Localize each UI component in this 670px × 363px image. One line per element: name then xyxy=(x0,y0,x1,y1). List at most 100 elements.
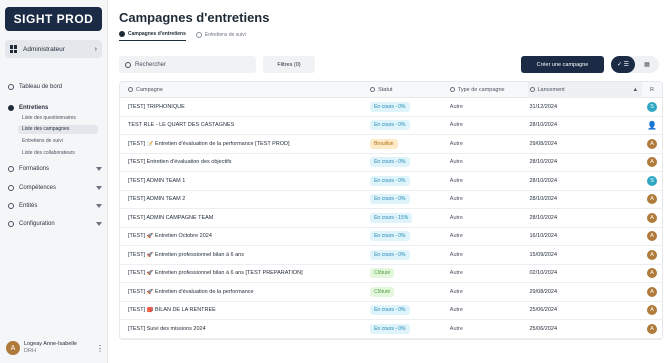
filters-button[interactable]: Filtres (0) xyxy=(263,56,315,73)
status-cell: En cours - 0% xyxy=(368,175,448,186)
table-row[interactable]: [TEST] 🚀 Entretien professionnel bilan à… xyxy=(120,246,662,265)
training-icon xyxy=(8,166,14,172)
chevron-right-icon: › xyxy=(94,45,97,53)
sidebar-subitem-collaborateurs[interactable]: Liste des collaborateurs xyxy=(20,149,100,158)
sidebar-item-entites[interactable]: Entités xyxy=(8,203,102,209)
table-row[interactable]: [TEST] Suivi des missions 2024 En cours -… xyxy=(120,320,662,339)
table-row[interactable]: [TEST] ADMIN CAMPAGNE TEAM En cours - 15%… xyxy=(120,209,662,228)
table-row[interactable]: [TEST] 🚀 Entretien professionnel bilan à… xyxy=(120,265,662,283)
avatar[interactable]: A xyxy=(647,249,658,260)
campaign-name[interactable]: [TEST] ADMIN TEAM 1 xyxy=(120,178,368,184)
list-icon: ✓ ☰ xyxy=(616,62,630,68)
status-badge: Brouillon xyxy=(370,138,398,149)
grid-view-button[interactable]: ▦ xyxy=(635,56,659,73)
role-label: Administrateur xyxy=(23,45,65,53)
campaign-name[interactable]: [TEST] TRIPHONIQUE xyxy=(120,104,368,110)
status-cell: En cours - 0% xyxy=(368,231,448,242)
type-cell: Autre xyxy=(449,251,463,258)
status-cell: En cours - 0% xyxy=(368,157,448,168)
tab-campagnes[interactable]: Campagnes d'entretiens xyxy=(119,31,186,41)
search-input[interactable]: Rechercher xyxy=(119,56,256,73)
owner-cell: S xyxy=(642,101,662,112)
create-campaign-button[interactable]: Créer une campagne xyxy=(521,56,604,73)
owner-cell: A xyxy=(642,286,662,297)
sidebar-item-dashboard[interactable]: Tableau de bord xyxy=(8,84,102,90)
table-row[interactable]: TEST RLE - LE QUART DES CASTAGNES En cour… xyxy=(120,117,662,135)
person-icon[interactable]: 👤 xyxy=(647,120,657,130)
sidebar-item-entretiens[interactable]: Entretiens xyxy=(8,105,102,111)
avatar[interactable]: A xyxy=(647,231,658,242)
launch-date: 15/09/2024 xyxy=(529,251,558,258)
avatar[interactable]: A xyxy=(647,268,658,279)
status-cell: En cours - 0% xyxy=(368,249,448,260)
status-cell: Brouillon xyxy=(368,138,448,149)
more-vertical-icon[interactable]: ⋮ xyxy=(96,344,104,353)
tab-suivi[interactable]: Entretiens de suivi xyxy=(195,31,246,41)
table-row[interactable]: [TEST] 🚀 Entretien d'évaluation de la pe… xyxy=(120,283,662,302)
avatar[interactable]: A xyxy=(647,212,658,223)
sidebar-item-competences[interactable]: Compétences xyxy=(8,185,102,191)
column-label: Type de campagne xyxy=(457,86,505,93)
table-row[interactable]: [TEST] 📝 Entretien d'évaluation de la pe… xyxy=(120,135,662,154)
campaign-name[interactable]: [TEST] 🚀 Entretien Octobre 2024 xyxy=(120,233,368,239)
status-badge: En cours - 0% xyxy=(370,157,410,168)
column-header-responsable[interactable]: R xyxy=(642,87,662,93)
list-view-button[interactable]: ✓ ☰ xyxy=(611,56,635,73)
type-cell: Autre xyxy=(449,325,463,332)
type-cell: Autre xyxy=(449,159,463,166)
user-role: DRH xyxy=(24,348,36,354)
campaign-name[interactable]: [TEST] Entretien d'évaluation des object… xyxy=(120,159,368,165)
sidebar-subitem-questionnaires[interactable]: Liste des questionnaires xyxy=(20,114,100,123)
campaign-name[interactable]: TEST RLE - LE QUART DES CASTAGNES xyxy=(120,122,368,128)
table-row[interactable]: [TEST] ADMIN TEAM 2 En cours - 0% Autre 28/… xyxy=(120,191,662,209)
column-label: Lancement xyxy=(537,86,565,93)
column-header-statut[interactable]: Statut xyxy=(368,87,448,93)
campaign-name[interactable]: [TEST] ADMIN CAMPAGNE TEAM xyxy=(120,215,368,221)
table-row[interactable]: [TEST] Entretien d'évaluation des object… xyxy=(120,154,662,172)
avatar[interactable]: A xyxy=(647,138,658,149)
owner-cell: A xyxy=(642,212,662,223)
table-body: [TEST] TRIPHONIQUE En cours - 0% Autre 31/1… xyxy=(120,98,662,339)
column-header-campagne[interactable]: Campagne xyxy=(120,87,368,93)
column-label: Statut xyxy=(378,86,393,93)
column-header-type[interactable]: Type de campagne xyxy=(448,87,528,93)
avatar[interactable]: A xyxy=(647,305,658,316)
column-label: R xyxy=(650,86,655,93)
avatar[interactable]: A xyxy=(647,323,658,334)
avatar[interactable]: S xyxy=(647,101,658,112)
app-logo[interactable]: SIGHT PROD xyxy=(5,7,102,31)
status-cell: Clôturé xyxy=(368,268,448,279)
table-row[interactable]: [TEST] 🎒 BILAN DE LA RENTRÉE En cours - 0… xyxy=(120,302,662,320)
status-cell: Clôturé xyxy=(368,286,448,297)
interview-icon xyxy=(8,105,14,111)
sidebar-subitem-campagnes[interactable]: Liste des campagnes xyxy=(18,125,98,134)
owner-cell: A xyxy=(642,138,662,149)
grid-icon xyxy=(10,45,18,53)
launch-date: 28/10/2024 xyxy=(529,177,558,184)
avatar[interactable]: S xyxy=(647,175,658,186)
table-row[interactable]: [TEST] ADMIN TEAM 1 En cours - 0% Autre 28/… xyxy=(120,172,662,191)
campaign-name[interactable]: [TEST] 📝 Entretien d'évaluation de la pe… xyxy=(120,141,368,147)
sidebar-item-formations[interactable]: Formations xyxy=(8,166,102,172)
user-name: Logeay Anne-Isabelle xyxy=(24,341,77,347)
column-header-lancement[interactable]: Lancement ▲ xyxy=(527,81,643,98)
avatar[interactable]: A xyxy=(647,194,658,205)
sidebar-item-configuration[interactable]: Configuration xyxy=(8,221,102,227)
type-cell: Autre xyxy=(449,196,463,203)
campaign-name[interactable]: [TEST] Suivi des missions 2024 xyxy=(120,326,368,332)
tag-icon xyxy=(449,86,455,92)
campaign-name[interactable]: [TEST] ADMIN TEAM 2 xyxy=(120,196,368,202)
user-menu[interactable]: A Logeay Anne-Isabelle DRH ⋮ xyxy=(6,341,104,355)
avatar[interactable]: A xyxy=(647,157,658,168)
avatar[interactable]: A xyxy=(647,286,658,297)
role-selector[interactable]: Administrateur › xyxy=(5,40,102,58)
campaign-name[interactable]: [TEST] 🚀 Entretien professionnel bilan à… xyxy=(120,270,368,276)
campaign-name[interactable]: [TEST] 🚀 Entretien d'évaluation de la pe… xyxy=(120,289,368,295)
campaign-name[interactable]: [TEST] 🚀 Entretien professionnel bilan à… xyxy=(120,252,368,258)
type-cell: Autre xyxy=(449,214,463,221)
table-row[interactable]: [TEST] 🚀 Entretien Octobre 2024 En cours … xyxy=(120,228,662,246)
sidebar-item-label: Formations xyxy=(19,166,50,172)
sidebar-subitem-suivi[interactable]: Entretiens de suivi xyxy=(20,137,100,146)
table-row[interactable]: [TEST] TRIPHONIQUE En cours - 0% Autre 31/1… xyxy=(120,98,662,117)
campaign-name[interactable]: [TEST] 🎒 BILAN DE LA RENTRÉE xyxy=(120,307,368,313)
